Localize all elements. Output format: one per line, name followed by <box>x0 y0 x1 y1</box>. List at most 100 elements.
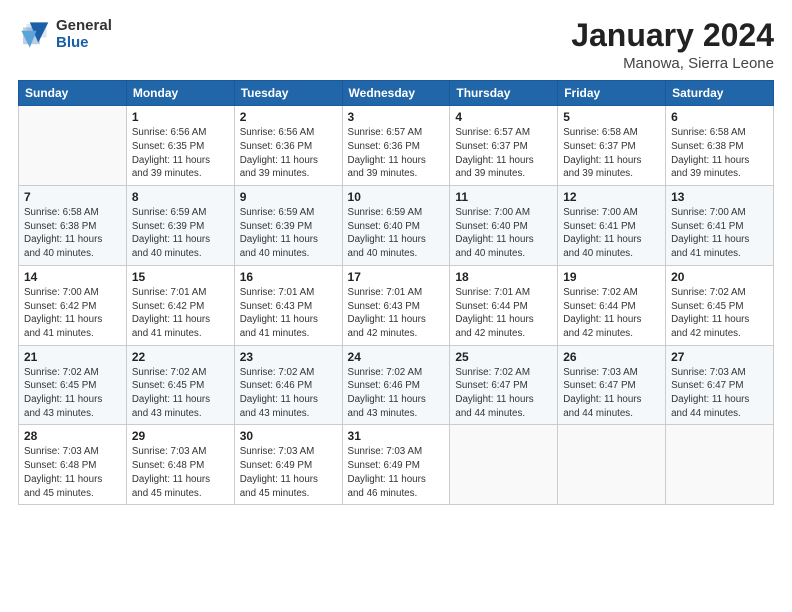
table-row: 23 Sunrise: 7:02 AMSunset: 6:46 PMDayligh… <box>234 345 342 425</box>
day-info: Sunrise: 6:57 AMSunset: 6:37 PMDaylight:… <box>455 126 552 181</box>
day-info: Sunrise: 7:02 AMSunset: 6:45 PMDaylight:… <box>24 366 121 421</box>
day-info: Sunrise: 7:01 AMSunset: 6:44 PMDaylight:… <box>455 286 552 341</box>
page: General Blue January 2024 Manowa, Sierra… <box>0 0 792 612</box>
month-title: January 2024 <box>571 18 774 53</box>
col-thursday: Thursday <box>450 81 558 106</box>
day-number: 3 <box>348 110 445 124</box>
day-number: 29 <box>132 429 229 443</box>
day-info: Sunrise: 7:01 AMSunset: 6:43 PMDaylight:… <box>348 286 445 341</box>
table-row: 7Sunrise: 6:58 AMSunset: 6:38 PMDaylight… <box>19 186 127 266</box>
day-info: Sunrise: 7:02 AMSunset: 6:46 PMDaylight:… <box>240 366 337 421</box>
calendar-week-row: 21 Sunrise: 7:02 AMSunset: 6:45 PMDayligh… <box>19 345 774 425</box>
calendar-week-row: 1 Sunrise: 6:56 AMSunset: 6:35 PMDaylight… <box>19 106 774 186</box>
day-number: 16 <box>240 270 337 284</box>
day-info: Sunrise: 7:03 AMSunset: 6:49 PMDaylight:… <box>240 445 337 500</box>
table-row: 19 Sunrise: 7:02 AMSunset: 6:44 PMDayligh… <box>558 265 666 345</box>
table-row: 25 Sunrise: 7:02 AMSunset: 6:47 PMDayligh… <box>450 345 558 425</box>
day-number: 11 <box>455 190 552 204</box>
day-info: Sunrise: 6:57 AMSunset: 6:36 PMDaylight:… <box>348 126 445 181</box>
day-info: Sunrise: 7:01 AMSunset: 6:42 PMDaylight:… <box>132 286 229 341</box>
table-row: 6 Sunrise: 6:58 AMSunset: 6:38 PMDaylight… <box>666 106 774 186</box>
day-number: 23 <box>240 350 337 364</box>
day-number: 20 <box>671 270 768 284</box>
day-info: Sunrise: 6:59 AMSunset: 6:39 PMDaylight:… <box>240 206 337 261</box>
table-row: 26Sunrise: 7:03 AMSunset: 6:47 PMDayligh… <box>558 345 666 425</box>
header: General Blue January 2024 Manowa, Sierra… <box>18 18 774 72</box>
calendar-header-row: Sunday Monday Tuesday Wednesday Thursday… <box>19 81 774 106</box>
calendar-table: Sunday Monday Tuesday Wednesday Thursday… <box>18 80 774 505</box>
table-row: 14 Sunrise: 7:00 AMSunset: 6:42 PMDayligh… <box>19 265 127 345</box>
logo: General Blue <box>18 18 112 51</box>
table-row <box>450 425 558 505</box>
table-row: 16 Sunrise: 7:01 AMSunset: 6:43 PMDayligh… <box>234 265 342 345</box>
table-row: 28 Sunrise: 7:03 AMSunset: 6:48 PMDayligh… <box>19 425 127 505</box>
day-number: 6 <box>671 110 768 124</box>
day-info: Sunrise: 7:02 AMSunset: 6:45 PMDaylight:… <box>671 286 768 341</box>
day-number: 31 <box>348 429 445 443</box>
day-info: Sunrise: 7:03 AMSunset: 6:48 PMDaylight:… <box>24 445 121 500</box>
day-info: Sunrise: 7:01 AMSunset: 6:43 PMDaylight:… <box>240 286 337 341</box>
logo-icon <box>18 19 50 51</box>
day-info: Sunrise: 7:00 AMSunset: 6:42 PMDaylight:… <box>24 286 121 341</box>
table-row: 29 Sunrise: 7:03 AMSunset: 6:48 PMDayligh… <box>126 425 234 505</box>
col-sunday: Sunday <box>19 81 127 106</box>
day-info: Sunrise: 7:02 AMSunset: 6:47 PMDaylight:… <box>455 366 552 421</box>
table-row: 27Sunrise: 7:03 AMSunset: 6:47 PMDayligh… <box>666 345 774 425</box>
day-number: 18 <box>455 270 552 284</box>
day-number: 7 <box>24 190 121 204</box>
day-info: Sunrise: 7:02 AMSunset: 6:44 PMDaylight:… <box>563 286 660 341</box>
table-row: 12 Sunrise: 7:00 AMSunset: 6:41 PMDayligh… <box>558 186 666 266</box>
location-title: Manowa, Sierra Leone <box>571 55 774 72</box>
day-number: 13 <box>671 190 768 204</box>
day-number: 21 <box>24 350 121 364</box>
day-number: 28 <box>24 429 121 443</box>
day-number: 30 <box>240 429 337 443</box>
day-number: 1 <box>132 110 229 124</box>
day-number: 25 <box>455 350 552 364</box>
table-row: 10 Sunrise: 6:59 AMSunset: 6:40 PMDayligh… <box>342 186 450 266</box>
table-row: 4Sunrise: 6:57 AMSunset: 6:37 PMDaylight… <box>450 106 558 186</box>
col-wednesday: Wednesday <box>342 81 450 106</box>
table-row: 13 Sunrise: 7:00 AMSunset: 6:41 PMDayligh… <box>666 186 774 266</box>
day-info: Sunrise: 7:00 AMSunset: 6:41 PMDaylight:… <box>563 206 660 261</box>
col-tuesday: Tuesday <box>234 81 342 106</box>
col-monday: Monday <box>126 81 234 106</box>
day-number: 17 <box>348 270 445 284</box>
day-number: 12 <box>563 190 660 204</box>
table-row: 18 Sunrise: 7:01 AMSunset: 6:44 PMDayligh… <box>450 265 558 345</box>
table-row: 30 Sunrise: 7:03 AMSunset: 6:49 PMDayligh… <box>234 425 342 505</box>
day-info: Sunrise: 6:59 AMSunset: 6:39 PMDaylight:… <box>132 206 229 261</box>
table-row: 8 Sunrise: 6:59 AMSunset: 6:39 PMDaylight… <box>126 186 234 266</box>
day-info: Sunrise: 7:03 AMSunset: 6:49 PMDaylight:… <box>348 445 445 500</box>
table-row <box>558 425 666 505</box>
table-row: 9 Sunrise: 6:59 AMSunset: 6:39 PMDaylight… <box>234 186 342 266</box>
day-number: 26 <box>563 350 660 364</box>
day-info: Sunrise: 7:00 AMSunset: 6:41 PMDaylight:… <box>671 206 768 261</box>
day-info: Sunrise: 6:58 AMSunset: 6:38 PMDaylight:… <box>671 126 768 181</box>
day-number: 10 <box>348 190 445 204</box>
table-row: 3 Sunrise: 6:57 AMSunset: 6:36 PMDaylight… <box>342 106 450 186</box>
col-saturday: Saturday <box>666 81 774 106</box>
day-info: Sunrise: 6:59 AMSunset: 6:40 PMDaylight:… <box>348 206 445 261</box>
logo-text: General Blue <box>56 18 112 51</box>
table-row: 5Sunrise: 6:58 AMSunset: 6:37 PMDaylight… <box>558 106 666 186</box>
day-number: 14 <box>24 270 121 284</box>
day-number: 24 <box>348 350 445 364</box>
table-row: 1 Sunrise: 6:56 AMSunset: 6:35 PMDaylight… <box>126 106 234 186</box>
day-info: Sunrise: 7:03 AMSunset: 6:48 PMDaylight:… <box>132 445 229 500</box>
logo-general-text: General <box>56 18 112 35</box>
table-row: 20 Sunrise: 7:02 AMSunset: 6:45 PMDayligh… <box>666 265 774 345</box>
day-number: 19 <box>563 270 660 284</box>
day-info: Sunrise: 6:58 AMSunset: 6:37 PMDaylight:… <box>563 126 660 181</box>
day-info: Sunrise: 6:56 AMSunset: 6:36 PMDaylight:… <box>240 126 337 181</box>
table-row: 31 Sunrise: 7:03 AMSunset: 6:49 PMDayligh… <box>342 425 450 505</box>
day-number: 8 <box>132 190 229 204</box>
day-number: 2 <box>240 110 337 124</box>
calendar-week-row: 7Sunrise: 6:58 AMSunset: 6:38 PMDaylight… <box>19 186 774 266</box>
table-row: 11Sunrise: 7:00 AMSunset: 6:40 PMDayligh… <box>450 186 558 266</box>
day-number: 9 <box>240 190 337 204</box>
day-number: 27 <box>671 350 768 364</box>
table-row <box>19 106 127 186</box>
table-row: 15Sunrise: 7:01 AMSunset: 6:42 PMDayligh… <box>126 265 234 345</box>
day-info: Sunrise: 6:56 AMSunset: 6:35 PMDaylight:… <box>132 126 229 181</box>
